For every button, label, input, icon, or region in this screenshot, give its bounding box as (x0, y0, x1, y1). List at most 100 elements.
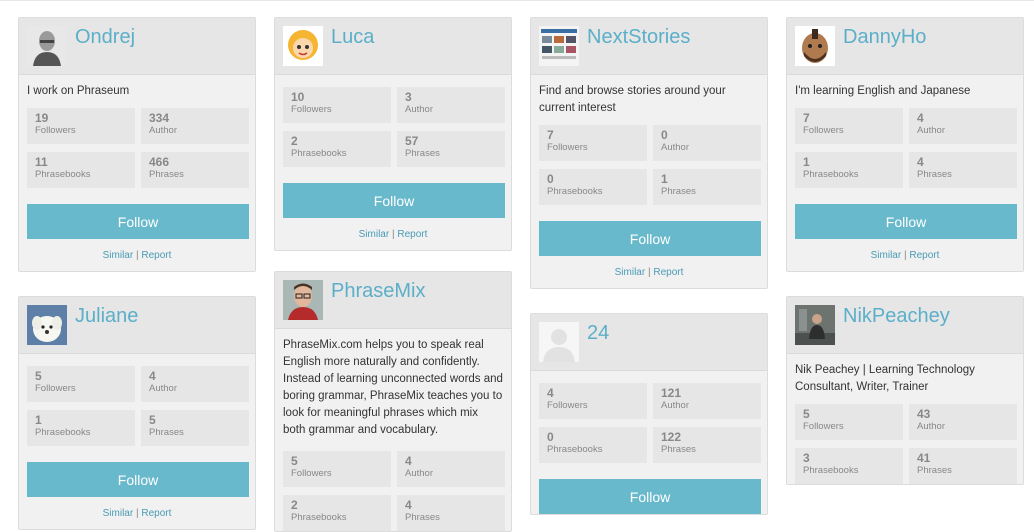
stat-phrasebooks[interactable]: 2 Phrasebooks (283, 131, 391, 167)
follow-button[interactable]: Follow (283, 183, 505, 218)
stats-grid: 5 Followers 4 Author 1 Phrasebooks 5 Phrases (27, 366, 249, 446)
stat-author[interactable]: 334 Author (141, 108, 249, 144)
report-link[interactable]: Report (397, 229, 427, 240)
user-name-link[interactable]: PhraseMix (331, 280, 425, 303)
stat-phrases[interactable]: 57 Phrases (397, 131, 505, 167)
stat-value: 122 (661, 430, 682, 444)
user-name-link[interactable]: Ondrej (75, 26, 135, 49)
stat-phrases[interactable]: 4 Phrases (909, 152, 1017, 188)
stat-value: 10 (291, 90, 305, 104)
stat-label: Author (405, 104, 433, 115)
stat-label: Followers (291, 104, 332, 115)
stat-label: Followers (547, 142, 588, 153)
similar-link[interactable]: Similar (103, 508, 134, 519)
follow-button[interactable]: Follow (795, 204, 1017, 239)
link-separator: | (647, 267, 651, 278)
stat-value: 334 (149, 111, 170, 125)
similar-link[interactable]: Similar (871, 250, 902, 261)
stat-label: Phrasebooks (547, 186, 603, 197)
stat-value: 5 (35, 369, 42, 383)
cartoon-girl-avatar-icon[interactable] (283, 26, 323, 66)
stat-phrasebooks[interactable]: 2 Phrasebooks (283, 495, 391, 531)
user-name-link[interactable]: DannyHo (843, 26, 926, 49)
stat-label: Phrases (661, 444, 696, 455)
stat-followers[interactable]: 5 Followers (27, 366, 135, 402)
user-description: PhraseMix.com helps you to speak real En… (283, 339, 503, 436)
follow-button[interactable]: Follow (27, 462, 249, 497)
user-name-link[interactable]: 24 (587, 322, 609, 345)
stat-phrases[interactable]: 122 Phrases (653, 427, 761, 463)
stat-author[interactable]: 4 Author (141, 366, 249, 402)
report-link[interactable]: Report (141, 508, 171, 519)
stat-value: 0 (661, 128, 668, 142)
stat-value: 41 (917, 451, 931, 465)
stat-phrasebooks[interactable]: 3 Phrasebooks (795, 448, 903, 484)
user-name-link[interactable]: NextStories (587, 26, 690, 49)
stat-followers[interactable]: 4 Followers (539, 383, 647, 419)
cartoon-man-avatar-icon[interactable] (795, 26, 835, 66)
stat-label: Followers (803, 125, 844, 136)
similar-link[interactable]: Similar (615, 267, 646, 278)
stat-value: 57 (405, 134, 419, 148)
stat-phrases[interactable]: 466 Phrases (141, 152, 249, 188)
stat-phrases[interactable]: 5 Phrases (141, 410, 249, 446)
default-user-avatar-icon[interactable] (539, 322, 579, 362)
stat-label: Followers (35, 125, 76, 136)
similar-link[interactable]: Similar (103, 250, 134, 261)
stat-followers[interactable]: 7 Followers (539, 125, 647, 161)
stat-author[interactable]: 0 Author (653, 125, 761, 161)
stats-grid: 10 Followers 3 Author 2 Phrasebooks 57 Phras… (283, 87, 505, 167)
stat-phrasebooks[interactable]: 0 Phrasebooks (539, 427, 647, 463)
follow-button[interactable]: Follow (27, 204, 249, 239)
stat-author[interactable]: 4 Author (397, 451, 505, 487)
stat-author[interactable]: 4 Author (909, 108, 1017, 144)
report-link[interactable]: Report (909, 250, 939, 261)
stat-phrases[interactable]: 41 Phrases (909, 448, 1017, 484)
card-links: Similar | Report (19, 250, 255, 271)
website-screenshot-avatar-icon[interactable] (539, 26, 579, 66)
stat-followers[interactable]: 19 Followers (27, 108, 135, 144)
stat-author[interactable]: 121 Author (653, 383, 761, 419)
stat-label: Phrases (405, 512, 440, 523)
stats-grid: 5 Followers 4 Author 2 Phrasebooks 4 Phrases (283, 451, 505, 531)
stat-phrasebooks[interactable]: 0 Phrasebooks (539, 169, 647, 205)
stat-label: Phrasebooks (547, 444, 603, 455)
follow-button[interactable]: Follow (539, 479, 761, 514)
link-separator: | (135, 250, 139, 261)
stat-phrases[interactable]: 1 Phrases (653, 169, 761, 205)
man-glasses-photo-avatar-icon[interactable] (283, 280, 323, 320)
user-card-nikpeachey: NikPeachey Nik Peachey | Learning Techno… (786, 296, 1024, 485)
user-name-link[interactable]: Juliane (75, 305, 138, 328)
stat-label: Phrasebooks (291, 512, 347, 523)
stat-value: 2 (291, 134, 298, 148)
stat-phrasebooks[interactable]: 1 Phrasebooks (795, 152, 903, 188)
card-header: 24 (531, 314, 767, 371)
stat-author[interactable]: 3 Author (397, 87, 505, 123)
puppy-photo-avatar-icon[interactable] (27, 305, 67, 345)
stat-label: Phrases (917, 169, 952, 180)
link-separator: | (135, 508, 139, 519)
report-link[interactable]: Report (141, 250, 171, 261)
stat-phrasebooks[interactable]: 11 Phrasebooks (27, 152, 135, 188)
stat-label: Author (405, 468, 433, 479)
stat-label: Phrasebooks (35, 169, 91, 180)
stat-followers[interactable]: 5 Followers (795, 404, 903, 440)
similar-link[interactable]: Similar (359, 229, 390, 240)
stat-phrases[interactable]: 4 Phrases (397, 495, 505, 531)
stat-author[interactable]: 43 Author (909, 404, 1017, 440)
stat-label: Author (917, 421, 945, 432)
stat-followers[interactable]: 7 Followers (795, 108, 903, 144)
stat-value: 1 (661, 172, 668, 186)
stat-value: 3 (803, 451, 810, 465)
stat-phrasebooks[interactable]: 1 Phrasebooks (27, 410, 135, 446)
stat-label: Followers (547, 400, 588, 411)
stat-value: 4 (149, 369, 156, 383)
stat-followers[interactable]: 5 Followers (283, 451, 391, 487)
report-link[interactable]: Report (653, 267, 683, 278)
follow-button[interactable]: Follow (539, 221, 761, 256)
man-photo-avatar-icon[interactable] (27, 26, 67, 66)
man-seated-photo-avatar-icon[interactable] (795, 305, 835, 345)
user-name-link[interactable]: Luca (331, 26, 374, 49)
stat-followers[interactable]: 10 Followers (283, 87, 391, 123)
user-name-link[interactable]: NikPeachey (843, 305, 950, 328)
